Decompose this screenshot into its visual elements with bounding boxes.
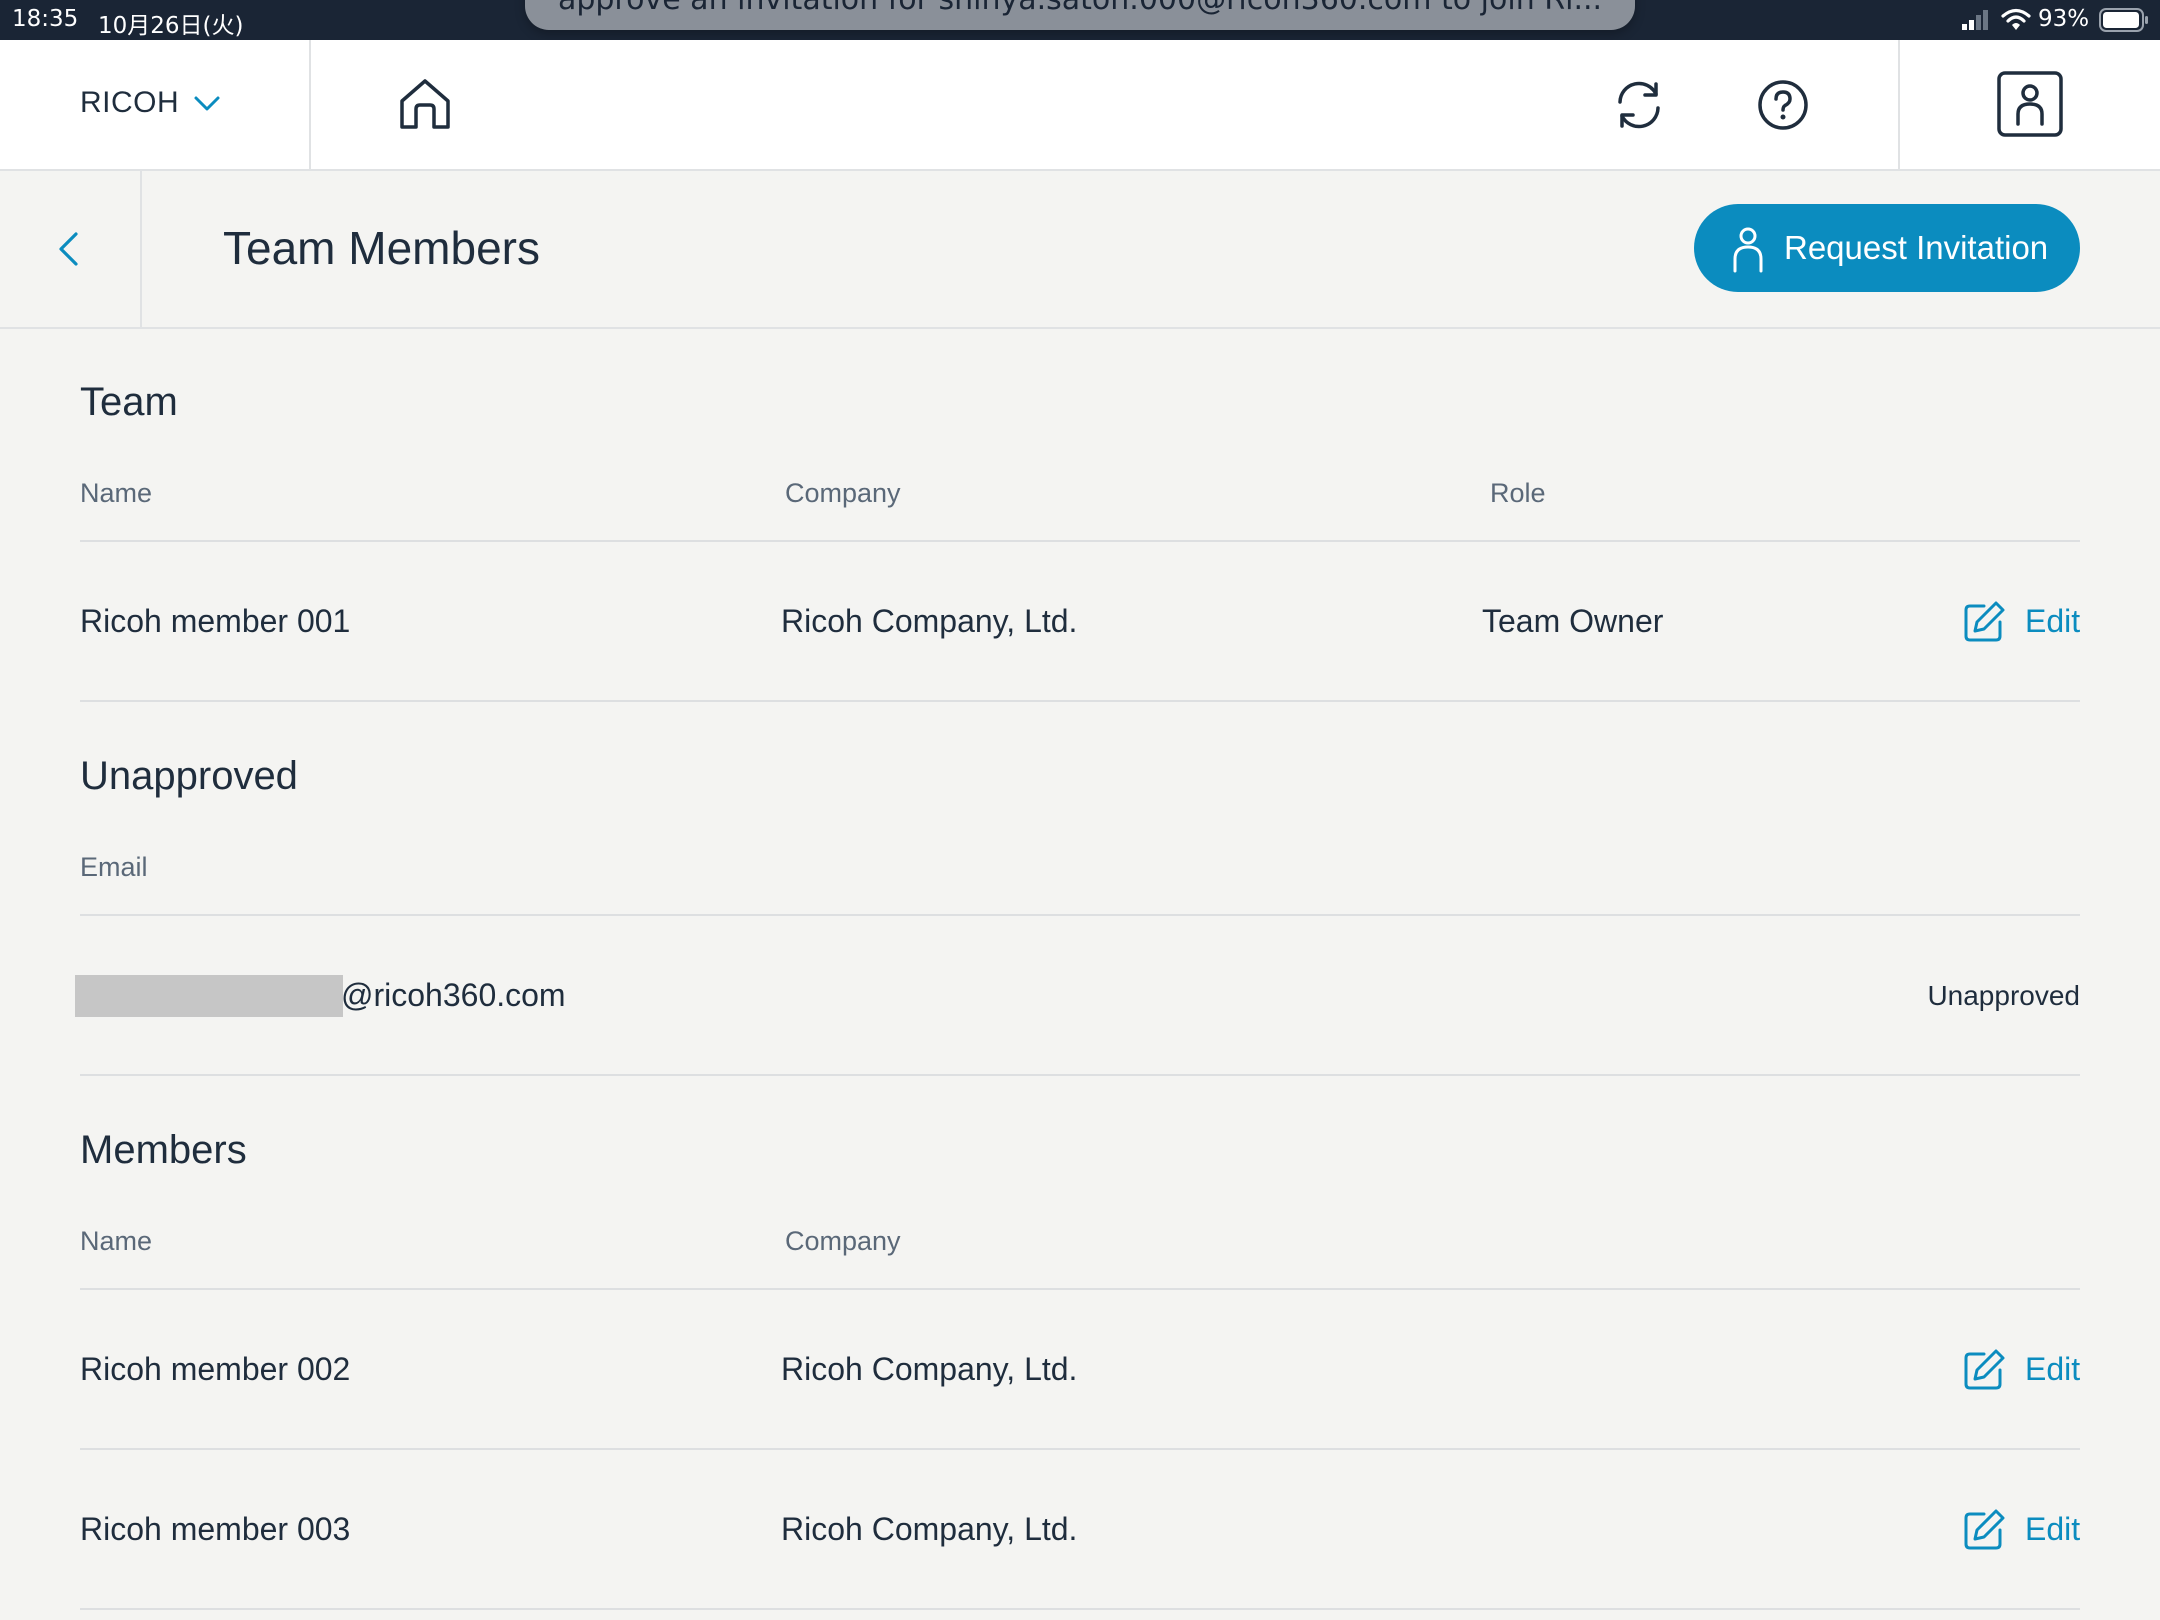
edit-label: Edit (2025, 1511, 2081, 1547)
account-icon[interactable] (1996, 70, 2064, 138)
status-time: 18:35 (12, 6, 79, 32)
battery-percent: 93% (2038, 6, 2090, 32)
divider (80, 540, 2080, 542)
member-company: Ricoh Company, Ltd. (781, 1511, 1078, 1547)
unapproved-section-title: Unapproved (80, 754, 298, 798)
divider (80, 1448, 2080, 1450)
edit-icon (1964, 1349, 2005, 1390)
column-header-company: Company (785, 478, 901, 508)
member-name: Ricoh member 003 (80, 1511, 351, 1547)
chevron-down-icon[interactable] (193, 94, 221, 114)
edit-icon (1964, 601, 2005, 642)
page-title-bar: Team Members Request Invitation (0, 171, 2160, 329)
divider (80, 700, 2080, 702)
column-header-name: Name (80, 1226, 153, 1256)
edit-label: Edit (2025, 603, 2081, 639)
member-role: Team Owner (1482, 603, 1664, 639)
member-company: Ricoh Company, Ltd. (781, 1351, 1078, 1387)
column-header-role: Role (1490, 478, 1546, 508)
help-icon[interactable] (1756, 78, 1810, 132)
status-bar: 18:35 10月26日(火) approve an invitation fo… (0, 0, 2160, 40)
page-title: Team Members (223, 222, 540, 274)
member-name: Ricoh member 002 (80, 1351, 351, 1387)
column-header-name: Name (80, 478, 153, 508)
column-header-email: Email (80, 852, 148, 882)
request-invitation-label: Request Invitation (1784, 229, 2049, 266)
redacted-email-prefix (75, 975, 343, 1017)
column-header-company: Company (785, 1226, 901, 1256)
home-icon[interactable] (396, 75, 454, 133)
team-section-title: Team (80, 380, 178, 424)
edit-label: Edit (2025, 1351, 2081, 1387)
battery-icon (2099, 8, 2148, 32)
divider (80, 1608, 2080, 1610)
edit-button[interactable]: Edit (1962, 1508, 2080, 1554)
edit-icon (1964, 1509, 2005, 1550)
title-divider (140, 171, 142, 327)
wifi-icon (2001, 8, 2031, 30)
status-unapproved: Unapproved (1927, 980, 2080, 1011)
member-name: Ricoh member 001 (80, 603, 351, 639)
divider (80, 914, 2080, 916)
signal-icon (1962, 10, 1988, 30)
request-invitation-button[interactable]: Request Invitation (1694, 204, 2080, 292)
app-header: RICOH (0, 40, 2160, 171)
back-chevron-icon[interactable] (52, 229, 86, 269)
edit-button[interactable]: Edit (1962, 600, 2080, 646)
status-date: 10月26日(火) (98, 13, 244, 39)
notification-banner[interactable]: approve an invitation for shinya.satoh.0… (525, 0, 1635, 30)
divider (80, 1288, 2080, 1290)
sync-icon[interactable] (1612, 78, 1666, 132)
member-company: Ricoh Company, Ltd. (781, 603, 1078, 639)
notification-text: approve an invitation for shinya.satoh.0… (525, 0, 1635, 17)
divider (80, 1074, 2080, 1076)
edit-button[interactable]: Edit (1962, 1348, 2080, 1394)
person-icon (1733, 227, 1763, 273)
email-suffix: @ricoh360.com (341, 977, 566, 1013)
header-divider (1898, 40, 1900, 169)
members-section-title: Members (80, 1128, 247, 1172)
header-divider (309, 40, 311, 169)
brand-selector[interactable]: RICOH (80, 86, 179, 120)
